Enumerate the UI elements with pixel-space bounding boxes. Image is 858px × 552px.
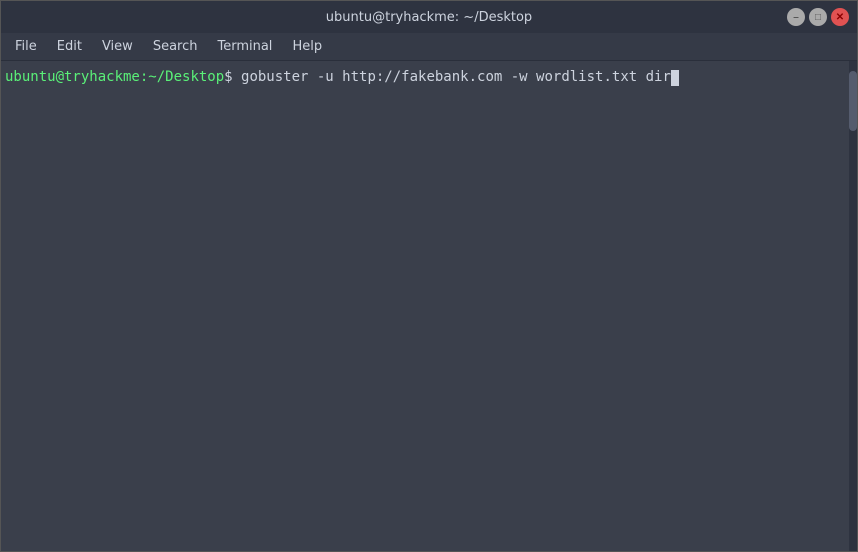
scrollbar-thumb[interactable] xyxy=(849,71,857,131)
title-bar: ubuntu@tryhackme: ~/Desktop – □ ✕ xyxy=(1,1,857,33)
cursor xyxy=(671,70,679,86)
menu-item-help[interactable]: Help xyxy=(282,37,332,56)
maximize-button[interactable]: □ xyxy=(809,8,827,26)
menu-bar: File Edit View Search Terminal Help xyxy=(1,33,857,61)
prompt-user: ubuntu@tryhackme: xyxy=(5,67,148,88)
minimize-button[interactable]: – xyxy=(787,8,805,26)
scrollbar-track[interactable] xyxy=(849,61,857,551)
menu-item-terminal[interactable]: Terminal xyxy=(207,37,282,56)
menu-item-search[interactable]: Search xyxy=(143,37,208,56)
prompt-path: ~/Desktop xyxy=(148,67,224,88)
terminal-window: ubuntu@tryhackme: ~/Desktop – □ ✕ File E… xyxy=(0,0,858,552)
terminal-line: ubuntu@tryhackme:~/Desktop$ gobuster -u … xyxy=(5,67,853,88)
command-text: gobuster -u http://fakebank.com -w wordl… xyxy=(233,67,671,88)
close-button[interactable]: ✕ xyxy=(831,8,849,26)
menu-item-edit[interactable]: Edit xyxy=(47,37,92,56)
menu-item-file[interactable]: File xyxy=(5,37,47,56)
menu-item-view[interactable]: View xyxy=(92,37,143,56)
window-title: ubuntu@tryhackme: ~/Desktop xyxy=(326,10,532,25)
prompt-dollar: $ xyxy=(224,67,232,88)
terminal-body[interactable]: ubuntu@tryhackme:~/Desktop$ gobuster -u … xyxy=(1,61,857,551)
window-controls: – □ ✕ xyxy=(787,8,849,26)
